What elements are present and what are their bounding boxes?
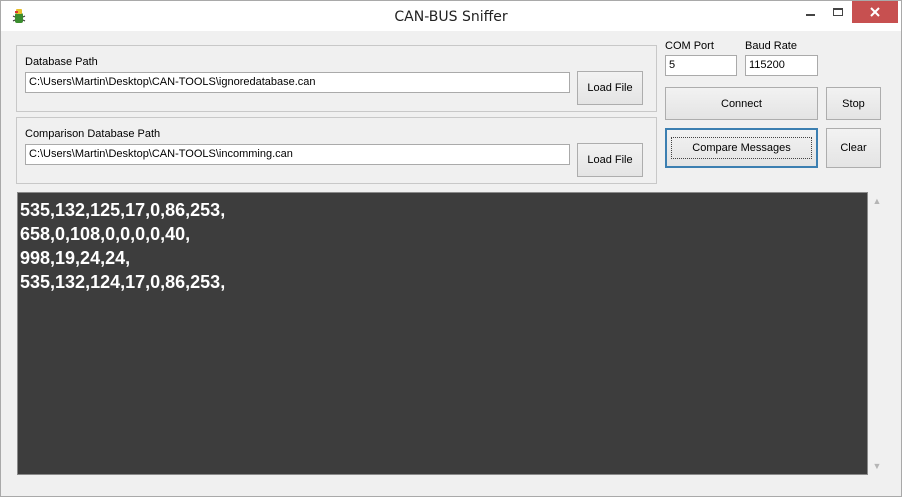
minimize-button[interactable]	[797, 1, 825, 23]
comparison-path-group: Comparison Database Path C:\Users\Martin…	[16, 117, 657, 184]
comparison-path-field[interactable]: C:\Users\Martin\Desktop\CAN-TOOLS\incomm…	[25, 144, 570, 165]
load-database-button[interactable]: Load File	[577, 71, 643, 105]
scroll-down-arrow-icon[interactable]: ▼	[872, 461, 882, 471]
comparison-path-label: Comparison Database Path	[25, 128, 161, 140]
log-scrollbar[interactable]: ▲ ▼	[869, 192, 886, 475]
database-path-label: Database Path	[25, 56, 98, 68]
compare-messages-label: Compare Messages	[671, 137, 812, 159]
close-icon	[870, 7, 880, 17]
log-line: 998,19,24,24,	[20, 248, 131, 268]
clear-button[interactable]: Clear	[826, 128, 881, 168]
message-log[interactable]: 535,132,125,17,0,86,253, 658,0,108,0,0,0…	[17, 192, 868, 475]
compare-messages-button[interactable]: Compare Messages	[665, 128, 818, 168]
log-line: 535,132,125,17,0,86,253,	[20, 200, 226, 220]
maximize-button[interactable]	[825, 1, 851, 23]
database-path-field[interactable]: C:\Users\Martin\Desktop\CAN-TOOLS\ignore…	[25, 72, 570, 93]
title-bar[interactable]: CAN-BUS Sniffer	[1, 1, 901, 31]
minimize-icon	[806, 14, 815, 16]
app-window: CAN-BUS Sniffer Database Path C:\Users\M…	[0, 0, 902, 497]
log-line: 658,0,108,0,0,0,0,40,	[20, 224, 191, 244]
com-port-field[interactable]: 5	[665, 55, 737, 76]
maximize-icon	[833, 8, 843, 16]
scroll-up-arrow-icon[interactable]: ▲	[872, 196, 882, 206]
close-button[interactable]	[852, 1, 898, 23]
log-line: 535,132,124,17,0,86,253,	[20, 272, 226, 292]
connect-button[interactable]: Connect	[665, 87, 818, 120]
database-path-group: Database Path C:\Users\Martin\Desktop\CA…	[16, 45, 657, 112]
com-port-label: COM Port	[665, 40, 714, 52]
load-comparison-button[interactable]: Load File	[577, 143, 643, 177]
stop-button[interactable]: Stop	[826, 87, 881, 120]
baud-rate-field[interactable]: 115200	[745, 55, 818, 76]
baud-rate-label: Baud Rate	[745, 40, 797, 52]
window-title: CAN-BUS Sniffer	[394, 9, 508, 25]
